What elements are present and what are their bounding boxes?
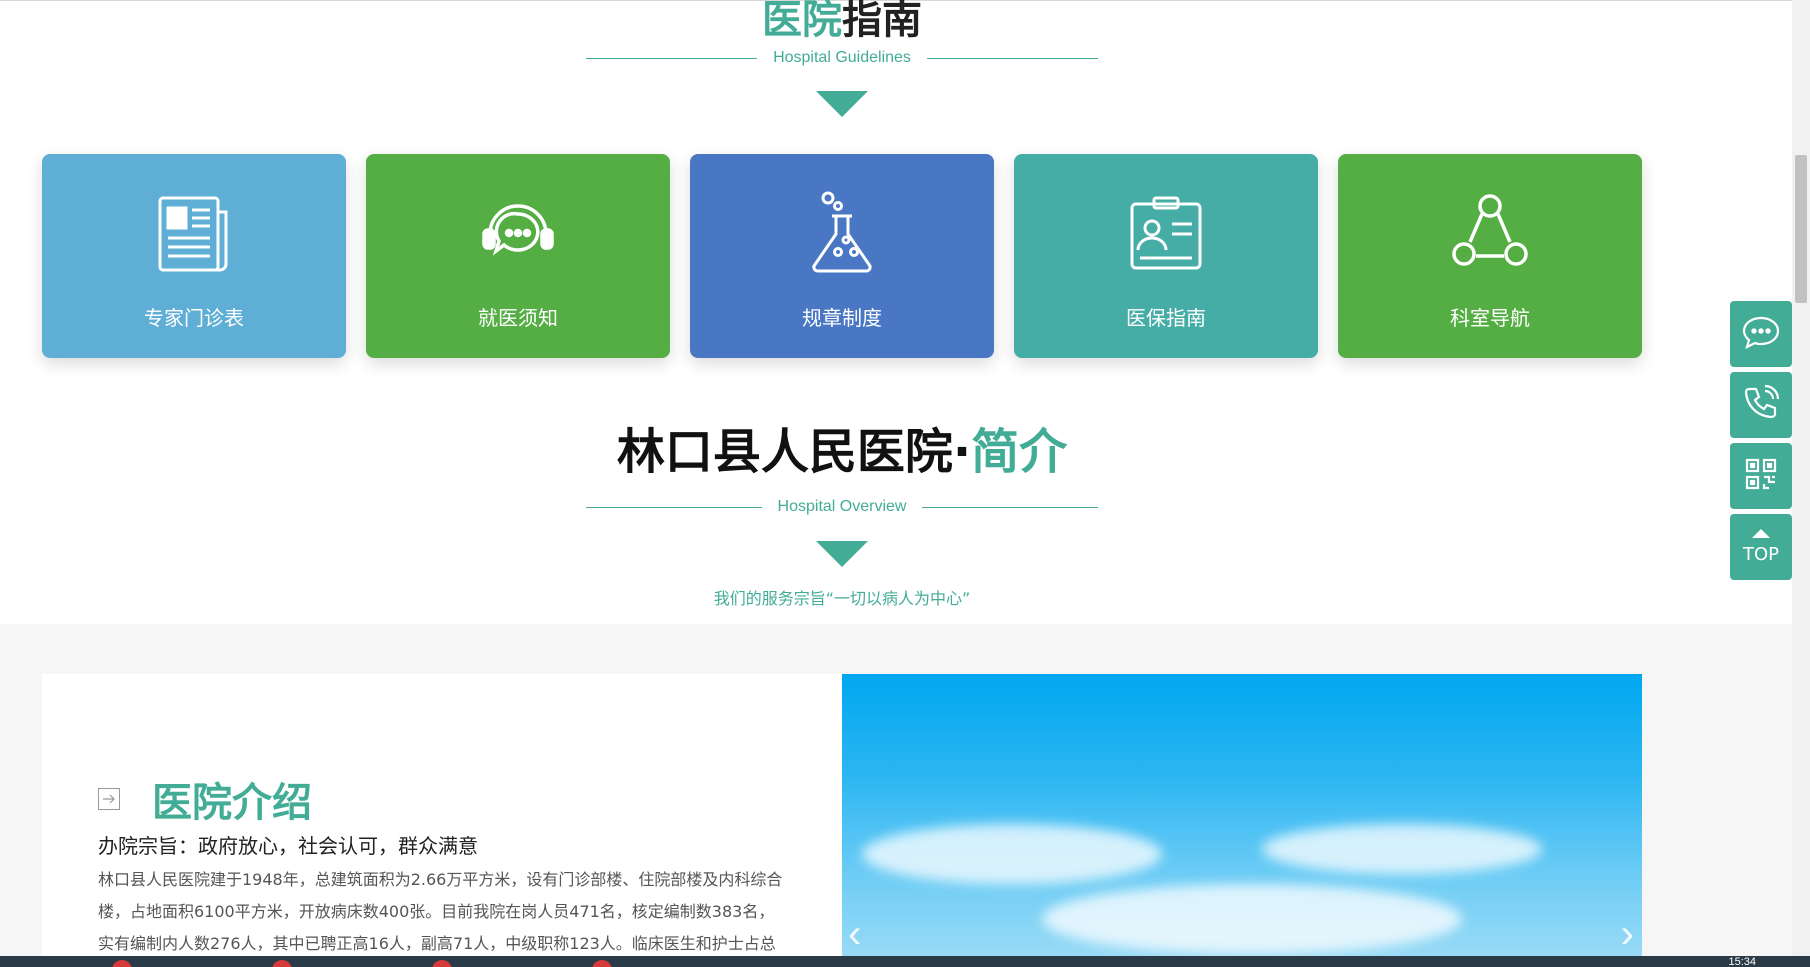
flask-icon [800, 190, 884, 274]
top-label: TOP [1742, 544, 1780, 565]
photo-cloud [1262, 824, 1542, 874]
card-label: 专家门诊表 [144, 306, 244, 330]
guide-title-dark: 指南 [842, 0, 922, 43]
overview-subtitle: Hospital Overview [777, 498, 907, 515]
intro-tagline: 办院宗旨：政府放心，社会认可，群众满意 [98, 834, 478, 858]
card-label: 科室导航 [1450, 306, 1530, 330]
taskbar-app-icon[interactable] [432, 960, 452, 967]
taskbar-clock: 15:34 [1728, 956, 1756, 967]
os-taskbar: 15:34 [0, 956, 1810, 967]
scrollbar-thumb[interactable] [1795, 155, 1807, 303]
taskbar-app-icon[interactable] [592, 960, 612, 967]
id-card-icon [1124, 190, 1208, 274]
scrollbar-track[interactable] [1792, 0, 1810, 956]
taskbar-app-icon[interactable] [112, 960, 132, 967]
intro-card: 医院介绍 办院宗旨：政府放心，社会认可，群众满意 林口县人民医院建于1948年，… [42, 674, 842, 967]
guide-down-triangle [816, 91, 868, 117]
newspaper-icon [152, 190, 236, 274]
service-motto: 我们的服务宗旨“一切以病人为中心” [713, 589, 971, 608]
card-insurance-guide[interactable]: 医保指南 [1014, 154, 1318, 358]
overview-title-green: 简介 [971, 424, 1068, 480]
headset-chat-icon [476, 190, 560, 274]
overview-subtitle-row: Hospital Overview [586, 497, 1098, 517]
photo-cloud [1042, 884, 1462, 954]
guide-title-green: 医院 [762, 0, 842, 43]
overview-title: 林口县人民医院·简介 [0, 424, 1684, 480]
hospital-photo: ‹ › [842, 674, 1642, 967]
network-nodes-icon [1448, 190, 1532, 274]
guide-subtitle-row: Hospital Guidelines [586, 48, 1099, 68]
slider-prev-arrow[interactable]: ‹ [848, 912, 861, 957]
taskbar-app-icon[interactable] [272, 960, 292, 967]
card-department-nav[interactable]: 科室导航 [1338, 154, 1642, 358]
arrow-right-icon [98, 788, 120, 810]
slider-next-arrow[interactable]: › [1621, 912, 1634, 957]
card-expert-schedule[interactable]: 专家门诊表 [42, 154, 346, 358]
phone-icon [1741, 383, 1781, 428]
back-to-top-button[interactable]: TOP [1730, 514, 1792, 580]
intro-body: 林口县人民医院建于1948年，总建筑面积为2.66万平方米，设有门诊部楼、住院部… [98, 870, 783, 953]
qr-code-button[interactable] [1730, 443, 1792, 509]
guide-subtitle: Hospital Guidelines [773, 49, 911, 66]
overview-title-dark: 林口县人民医院· [616, 424, 972, 480]
card-label: 医保指南 [1126, 306, 1206, 330]
qr-code-icon [1741, 454, 1781, 499]
card-visit-notice[interactable]: 就医须知 [366, 154, 670, 358]
divider-line [586, 57, 758, 59]
overview-down-triangle [816, 541, 868, 567]
online-chat-button[interactable] [1730, 301, 1792, 367]
photo-cloud [862, 824, 1162, 884]
divider-line [586, 506, 762, 508]
phone-button[interactable] [1730, 372, 1792, 438]
chat-bubble-icon [1741, 312, 1781, 357]
divider-line [926, 57, 1099, 59]
card-label: 规章制度 [802, 306, 882, 330]
intro-heading: 医院介绍 [152, 780, 312, 826]
card-label: 就医须知 [478, 306, 558, 330]
caret-up-icon [1752, 529, 1770, 538]
intro-heading-row: 医院介绍 [98, 770, 312, 828]
guide-title: 医院指南 [0, 0, 1684, 44]
card-regulations[interactable]: 规章制度 [690, 154, 994, 358]
divider-line [922, 506, 1098, 508]
